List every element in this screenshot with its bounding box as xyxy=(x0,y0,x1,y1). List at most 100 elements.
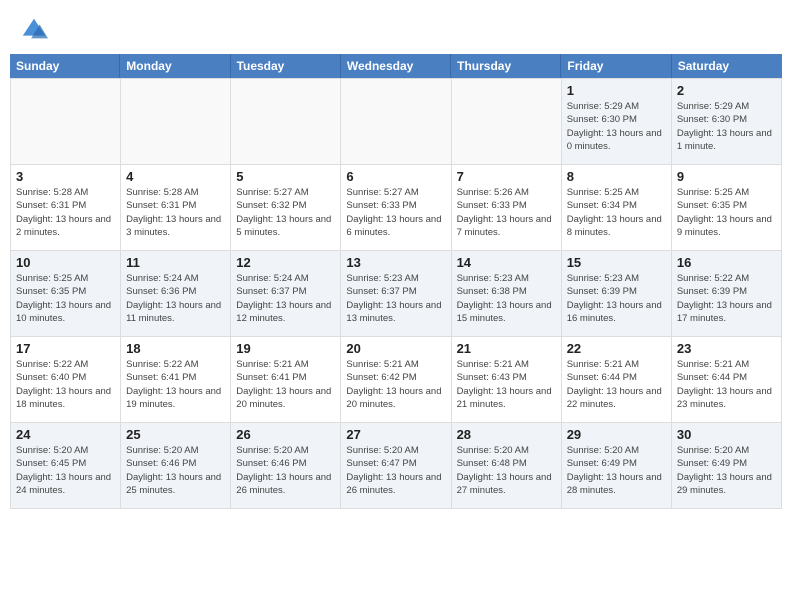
calendar-cell: 12 Sunrise: 5:24 AM Sunset: 6:37 PM Dayli… xyxy=(231,251,341,337)
day-info: Sunrise: 5:21 AM Sunset: 6:41 PM Dayligh… xyxy=(236,358,335,411)
day-info: Sunrise: 5:20 AM Sunset: 6:45 PM Dayligh… xyxy=(16,444,115,497)
calendar-cell: 15 Sunrise: 5:23 AM Sunset: 6:39 PM Dayli… xyxy=(562,251,672,337)
calendar-cell: 25 Sunrise: 5:20 AM Sunset: 6:46 PM Dayli… xyxy=(121,423,231,509)
day-info: Sunrise: 5:20 AM Sunset: 6:48 PM Dayligh… xyxy=(457,444,556,497)
day-number: 22 xyxy=(567,341,666,356)
day-number: 3 xyxy=(16,169,115,184)
day-number: 14 xyxy=(457,255,556,270)
calendar-cell xyxy=(231,79,341,165)
day-info: Sunrise: 5:27 AM Sunset: 6:32 PM Dayligh… xyxy=(236,186,335,239)
day-number: 10 xyxy=(16,255,115,270)
day-number: 15 xyxy=(567,255,666,270)
calendar-cell: 21 Sunrise: 5:21 AM Sunset: 6:43 PM Dayli… xyxy=(452,337,562,423)
day-number: 24 xyxy=(16,427,115,442)
calendar-cell: 22 Sunrise: 5:21 AM Sunset: 6:44 PM Dayli… xyxy=(562,337,672,423)
day-number: 4 xyxy=(126,169,225,184)
calendar-header: SundayMondayTuesdayWednesdayThursdayFrid… xyxy=(10,54,782,78)
calendar-cell: 27 Sunrise: 5:20 AM Sunset: 6:47 PM Dayli… xyxy=(341,423,451,509)
day-of-week-header: Friday xyxy=(561,54,671,78)
calendar-cell: 9 Sunrise: 5:25 AM Sunset: 6:35 PM Daylig… xyxy=(672,165,782,251)
day-number: 30 xyxy=(677,427,776,442)
calendar-cell: 20Sunrise: 5:21 AM Sunset: 6:42 PM Dayli… xyxy=(341,337,451,423)
day-number: 1 xyxy=(567,83,666,98)
calendar-cell: 5 Sunrise: 5:27 AM Sunset: 6:32 PM Daylig… xyxy=(231,165,341,251)
day-of-week-header: Thursday xyxy=(451,54,561,78)
day-info: Sunrise: 5:20 AM Sunset: 6:46 PM Dayligh… xyxy=(236,444,335,497)
day-info: Sunrise: 5:24 AM Sunset: 6:37 PM Dayligh… xyxy=(236,272,335,325)
day-of-week-header: Saturday xyxy=(672,54,782,78)
day-number: 19 xyxy=(236,341,335,356)
day-info: Sunrise: 5:20 AM Sunset: 6:49 PM Dayligh… xyxy=(677,444,776,497)
day-info: Sunrise: 5:27 AM Sunset: 6:33 PM Dayligh… xyxy=(346,186,445,239)
day-number: 16 xyxy=(677,255,776,270)
day-number: 11 xyxy=(126,255,225,270)
calendar-cell: 28 Sunrise: 5:20 AM Sunset: 6:48 PM Dayli… xyxy=(452,423,562,509)
day-info: Sunrise: 5:24 AM Sunset: 6:36 PM Dayligh… xyxy=(126,272,225,325)
day-number: 12 xyxy=(236,255,335,270)
day-info: Sunrise: 5:26 AM Sunset: 6:33 PM Dayligh… xyxy=(457,186,556,239)
day-number: 5 xyxy=(236,169,335,184)
day-info: Sunrise: 5:21 AM Sunset: 6:44 PM Dayligh… xyxy=(567,358,666,411)
calendar-cell: 23 Sunrise: 5:21 AM Sunset: 6:44 PM Dayli… xyxy=(672,337,782,423)
day-info: Sunrise: 5:21 AM Sunset: 6:43 PM Dayligh… xyxy=(457,358,556,411)
calendar: SundayMondayTuesdayWednesdayThursdayFrid… xyxy=(10,54,782,509)
day-number: 20 xyxy=(346,341,445,356)
day-number: 26 xyxy=(236,427,335,442)
calendar-cell: 14 Sunrise: 5:23 AM Sunset: 6:38 PM Dayli… xyxy=(452,251,562,337)
day-info: Sunrise: 5:21 AM Sunset: 6:44 PM Dayligh… xyxy=(677,358,776,411)
calendar-cell: 26 Sunrise: 5:20 AM Sunset: 6:46 PM Dayli… xyxy=(231,423,341,509)
day-number: 27 xyxy=(346,427,445,442)
calendar-cell: 8 Sunrise: 5:25 AM Sunset: 6:34 PM Daylig… xyxy=(562,165,672,251)
day-info: Sunrise: 5:25 AM Sunset: 6:35 PM Dayligh… xyxy=(677,186,776,239)
day-number: 6 xyxy=(346,169,445,184)
calendar-cell: 19 Sunrise: 5:21 AM Sunset: 6:41 PM Dayli… xyxy=(231,337,341,423)
day-number: 28 xyxy=(457,427,556,442)
day-info: Sunrise: 5:28 AM Sunset: 6:31 PM Dayligh… xyxy=(16,186,115,239)
day-number: 9 xyxy=(677,169,776,184)
day-info: Sunrise: 5:20 AM Sunset: 6:46 PM Dayligh… xyxy=(126,444,225,497)
calendar-cell: 7 Sunrise: 5:26 AM Sunset: 6:33 PM Daylig… xyxy=(452,165,562,251)
day-info: Sunrise: 5:29 AM Sunset: 6:30 PM Dayligh… xyxy=(677,100,776,153)
day-number: 29 xyxy=(567,427,666,442)
calendar-cell: 13 Sunrise: 5:23 AM Sunset: 6:37 PM Dayli… xyxy=(341,251,451,337)
calendar-cell xyxy=(121,79,231,165)
calendar-cell xyxy=(452,79,562,165)
calendar-cell: 18Sunrise: 5:22 AM Sunset: 6:41 PM Dayli… xyxy=(121,337,231,423)
day-of-week-header: Sunday xyxy=(10,54,120,78)
day-info: Sunrise: 5:25 AM Sunset: 6:34 PM Dayligh… xyxy=(567,186,666,239)
calendar-cell: 29 Sunrise: 5:20 AM Sunset: 6:49 PM Dayli… xyxy=(562,423,672,509)
calendar-cell: 6 Sunrise: 5:27 AM Sunset: 6:33 PM Daylig… xyxy=(341,165,451,251)
calendar-cell: 24 Sunrise: 5:20 AM Sunset: 6:45 PM Dayli… xyxy=(11,423,121,509)
day-number: 23 xyxy=(677,341,776,356)
day-of-week-header: Tuesday xyxy=(231,54,341,78)
day-info: Sunrise: 5:23 AM Sunset: 6:37 PM Dayligh… xyxy=(346,272,445,325)
calendar-cell xyxy=(11,79,121,165)
day-info: Sunrise: 5:23 AM Sunset: 6:38 PM Dayligh… xyxy=(457,272,556,325)
day-info: Sunrise: 5:22 AM Sunset: 6:40 PM Dayligh… xyxy=(16,358,115,411)
calendar-cell: 2 Sunrise: 5:29 AM Sunset: 6:30 PM Daylig… xyxy=(672,79,782,165)
day-number: 2 xyxy=(677,83,776,98)
day-info: Sunrise: 5:20 AM Sunset: 6:47 PM Dayligh… xyxy=(346,444,445,497)
day-info: Sunrise: 5:25 AM Sunset: 6:35 PM Dayligh… xyxy=(16,272,115,325)
day-number: 25 xyxy=(126,427,225,442)
day-number: 8 xyxy=(567,169,666,184)
day-number: 7 xyxy=(457,169,556,184)
day-info: Sunrise: 5:28 AM Sunset: 6:31 PM Dayligh… xyxy=(126,186,225,239)
day-info: Sunrise: 5:29 AM Sunset: 6:30 PM Dayligh… xyxy=(567,100,666,153)
day-number: 13 xyxy=(346,255,445,270)
calendar-cell: 17Sunrise: 5:22 AM Sunset: 6:40 PM Dayli… xyxy=(11,337,121,423)
calendar-cell: 10 Sunrise: 5:25 AM Sunset: 6:35 PM Dayli… xyxy=(11,251,121,337)
calendar-cell: 3 Sunrise: 5:28 AM Sunset: 6:31 PM Daylig… xyxy=(11,165,121,251)
calendar-cell xyxy=(341,79,451,165)
day-info: Sunrise: 5:20 AM Sunset: 6:49 PM Dayligh… xyxy=(567,444,666,497)
day-info: Sunrise: 5:22 AM Sunset: 6:39 PM Dayligh… xyxy=(677,272,776,325)
logo xyxy=(20,16,52,44)
logo-icon xyxy=(20,16,48,44)
day-info: Sunrise: 5:23 AM Sunset: 6:39 PM Dayligh… xyxy=(567,272,666,325)
day-number: 21 xyxy=(457,341,556,356)
calendar-cell: 4 Sunrise: 5:28 AM Sunset: 6:31 PM Daylig… xyxy=(121,165,231,251)
calendar-body: 1 Sunrise: 5:29 AM Sunset: 6:30 PM Daylig… xyxy=(10,78,782,509)
calendar-cell: 11 Sunrise: 5:24 AM Sunset: 6:36 PM Dayli… xyxy=(121,251,231,337)
page-header xyxy=(0,0,792,54)
day-info: Sunrise: 5:22 AM Sunset: 6:41 PM Dayligh… xyxy=(126,358,225,411)
